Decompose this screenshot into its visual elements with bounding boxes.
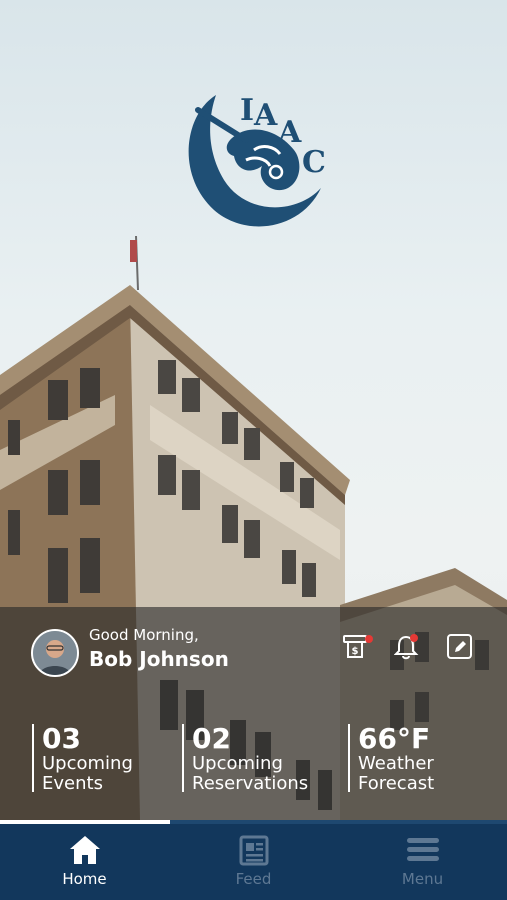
svg-text:I: I xyxy=(240,93,254,128)
iaac-logo: I A A C xyxy=(188,93,326,227)
greeting-text: Good Morning, xyxy=(89,626,199,644)
tab-label: Home xyxy=(62,870,107,888)
stat-label-line2: Forecast xyxy=(358,773,435,794)
menu-icon xyxy=(406,838,439,861)
stat-label-line2: Events xyxy=(42,773,103,794)
user-name: Bob Johnson xyxy=(89,647,229,671)
home-icon xyxy=(69,836,100,864)
user-avatar[interactable] xyxy=(31,629,79,677)
avatar-image xyxy=(33,631,77,675)
feed-icon xyxy=(239,835,268,866)
tab-feed[interactable]: Feed xyxy=(169,824,338,900)
billing-badge xyxy=(365,635,373,643)
stat-label-line1: Upcoming xyxy=(192,753,283,774)
stat-number: 66°F xyxy=(358,722,431,755)
weather-forecast-stat[interactable]: 66°F Weather Forecast xyxy=(348,722,435,794)
tab-label: Feed xyxy=(235,870,272,888)
edit-icon[interactable] xyxy=(447,634,473,660)
tab-home[interactable]: Home xyxy=(0,824,169,900)
bottom-tab-bar: Home Feed Menu xyxy=(0,824,507,900)
tab-menu[interactable]: Menu xyxy=(338,824,507,900)
stat-number: 03 xyxy=(42,722,81,755)
stat-label-line1: Upcoming xyxy=(42,753,133,774)
notification-badge xyxy=(410,634,418,642)
svg-text:A: A xyxy=(253,98,278,133)
upcoming-events-stat[interactable]: 03 Upcoming Events xyxy=(32,722,133,794)
stat-label-line1: Weather xyxy=(358,753,434,774)
upcoming-reservations-stat[interactable]: 02 Upcoming Reservations xyxy=(182,722,309,794)
svg-text:A: A xyxy=(277,115,302,150)
home-screen: I A A C Good Morning, Bob Johnson $ 03 U… xyxy=(0,0,507,900)
tab-label: Menu xyxy=(401,870,444,888)
stat-number: 02 xyxy=(192,722,231,755)
stat-label-line2: Reservations xyxy=(192,773,309,794)
svg-text:C: C xyxy=(302,145,326,180)
svg-text:$: $ xyxy=(352,646,359,657)
